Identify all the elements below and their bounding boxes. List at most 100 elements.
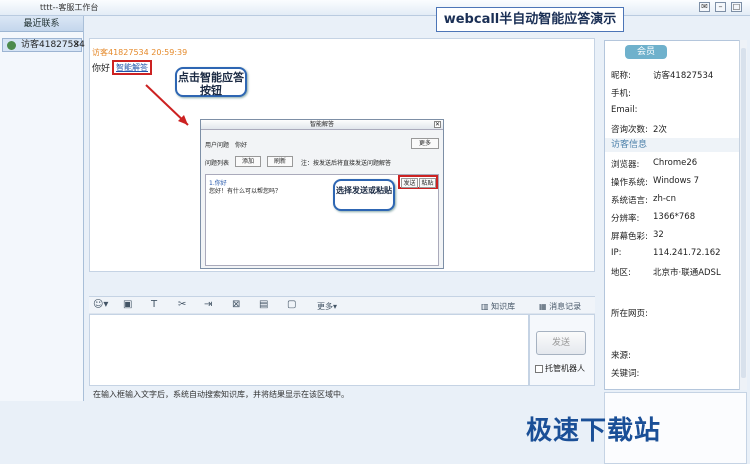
window-icon[interactable]: ▤ bbox=[259, 299, 268, 310]
text-format-icon[interactable]: T bbox=[151, 299, 157, 310]
recent-contacts-header: 最近联系 bbox=[0, 16, 83, 32]
smart-answer-dialog: 智能解答 ✕ 用户问题 你好 更多 问题列表 添加 刷新 注：按发送后将直接发送… bbox=[200, 119, 444, 269]
field-browser: 浏览器: Chrome26 bbox=[611, 158, 697, 170]
note-icon[interactable]: ▢ bbox=[287, 299, 296, 310]
field-color-depth: 屏幕色彩: 32 bbox=[611, 230, 664, 242]
visitor-info-section: 访客信息 bbox=[605, 138, 746, 152]
field-value: 北京市·联通ADSL bbox=[653, 268, 721, 278]
scrollbar-thumb[interactable] bbox=[741, 48, 746, 378]
arrow-icon bbox=[145, 84, 189, 126]
select-hint-text: 选择发送或粘贴 bbox=[336, 186, 392, 195]
chat-history: 访客41827534 20:59:39 你好 智能解答 点击智能应答按钮 智能解… bbox=[89, 38, 595, 272]
visitor-avatar-icon bbox=[7, 41, 16, 50]
dialog-more-button[interactable]: 更多 bbox=[411, 138, 439, 149]
app-window: tttt--客服工作台 ✉ – □ webcall半自动智能应答演示 最近联系 … bbox=[0, 0, 750, 464]
minimize-button[interactable]: – bbox=[715, 2, 726, 12]
contact-item[interactable]: 访客41827534 ✕ bbox=[2, 38, 85, 52]
member-button[interactable]: 会员 bbox=[625, 45, 667, 59]
field-label: 手机: bbox=[611, 89, 631, 99]
window-title: tttt--客服工作台 bbox=[40, 3, 99, 12]
field-email: Email: bbox=[611, 105, 637, 115]
status-hint: 在输入框输入文字后，系统自动搜索知识库，并将结果显示在该区域中。 bbox=[93, 390, 349, 399]
field-keyword: 关键词: bbox=[611, 367, 639, 379]
field-label: 操作系统: bbox=[611, 178, 648, 188]
field-visits: 咨询次数: 2次 bbox=[611, 123, 667, 135]
field-label: Email: bbox=[611, 105, 638, 115]
dialog-actions: 发送 粘贴 bbox=[398, 175, 438, 189]
smart-answer-link[interactable]: 智能解答 bbox=[112, 60, 152, 75]
robot-checkbox[interactable] bbox=[535, 364, 543, 373]
compose-toolbar: ☺▾ ▣ T ✂ ⇥ ⊠ ▤ ▢ 更多▾ ▥ 知识库 ▦ 消息记录 bbox=[89, 296, 595, 314]
more-menu[interactable]: 更多▾ bbox=[317, 301, 337, 312]
watermark: 极速下载站 bbox=[526, 416, 662, 446]
field-label: 昵称: bbox=[611, 71, 631, 81]
field-label: 屏幕色彩: bbox=[611, 232, 648, 242]
field-label: 咨询次数: bbox=[611, 125, 648, 135]
robot-label: 托管机器人 bbox=[545, 364, 585, 373]
message-text: 你好 bbox=[92, 64, 111, 74]
emoji-icon[interactable]: ☺▾ bbox=[93, 299, 108, 310]
field-value: 114.241.72.162 bbox=[653, 248, 721, 258]
field-os: 操作系统: Windows 7 bbox=[611, 176, 699, 188]
maximize-button[interactable]: □ bbox=[731, 2, 742, 12]
field-ip: IP: 114.241.72.162 bbox=[611, 248, 721, 258]
cut-icon[interactable]: ✂ bbox=[178, 299, 186, 310]
message-meta: 访客41827534 20:59:39 bbox=[92, 48, 188, 57]
field-value: Chrome26 bbox=[653, 158, 698, 168]
book-icon: ▥ bbox=[481, 302, 492, 311]
dialog-send-button[interactable]: 发送 bbox=[401, 178, 418, 188]
field-region: 地区: 北京市·联通ADSL bbox=[611, 266, 721, 278]
image-icon[interactable]: ▣ bbox=[123, 299, 132, 310]
field-label: 来源: bbox=[611, 351, 631, 361]
knowledge-base-button[interactable]: ▥ 知识库 bbox=[481, 301, 515, 312]
dialog-paste-button[interactable]: 粘贴 bbox=[419, 178, 436, 188]
field-resolution: 分辨率: 1366*768 bbox=[611, 212, 695, 224]
field-label: 系统语言: bbox=[611, 196, 648, 206]
dialog-close-icon[interactable]: ✕ bbox=[434, 121, 441, 128]
dialog-answer-area: 1.你好 您好！有什么可以帮您吗？ 发送 粘贴 bbox=[205, 174, 439, 266]
dialog-title: 智能解答 bbox=[201, 120, 443, 130]
dialog-answer: 您好！有什么可以帮您吗？ bbox=[209, 188, 282, 195]
knowledge-label: 知识库 bbox=[491, 302, 516, 311]
field-value: 访客41827534 bbox=[653, 71, 714, 81]
chevron-down-icon: ▾ bbox=[333, 302, 338, 311]
field-value: 1366*768 bbox=[653, 212, 696, 222]
file-icon[interactable]: ⇥ bbox=[204, 299, 212, 310]
field-label: 关键词: bbox=[611, 369, 640, 379]
field-label: 分辨率: bbox=[611, 214, 640, 224]
records-label: 消息记录 bbox=[549, 302, 582, 311]
close-contact-icon[interactable]: ✕ bbox=[72, 39, 80, 51]
dialog-add-button[interactable]: 添加 bbox=[235, 156, 261, 167]
info-scrollbar[interactable] bbox=[739, 40, 747, 390]
mail-icon[interactable]: ✉ bbox=[699, 2, 710, 12]
visitor-info-panel: 会员 昵称: 访客41827534 手机: Email: 咨询次数: 2次 访客信息… bbox=[604, 40, 747, 390]
message-records-button[interactable]: ▦ 消息记录 bbox=[539, 301, 581, 312]
field-page: 所在网页: bbox=[611, 307, 648, 319]
dialog-note: 注：按发送后将直接发送问题解答 bbox=[301, 160, 392, 167]
field-value: zh-cn bbox=[653, 194, 676, 204]
field-label: 浏览器: bbox=[611, 160, 640, 170]
field-label: IP: bbox=[611, 248, 622, 258]
field-language: 系统语言: zh-cn bbox=[611, 194, 676, 206]
field-source: 来源: bbox=[611, 349, 631, 361]
field-label: 地区: bbox=[611, 268, 631, 278]
message-input[interactable] bbox=[89, 314, 529, 386]
screenshot-icon[interactable]: ⊠ bbox=[232, 299, 240, 310]
dialog-refresh-button[interactable]: 刷新 bbox=[267, 156, 293, 167]
send-area: 发送 托管机器人 bbox=[529, 314, 595, 386]
title-bar: tttt--客服工作台 ✉ – □ bbox=[0, 0, 750, 16]
recent-contacts-panel: 最近联系 访客41827534 ✕ bbox=[0, 16, 85, 401]
robot-toggle[interactable]: 托管机器人 bbox=[535, 363, 585, 374]
field-label: 所在网页: bbox=[611, 309, 648, 319]
records-icon: ▦ bbox=[539, 302, 550, 311]
demo-banner: webcall半自动智能应答演示 bbox=[436, 7, 624, 32]
user-question-label: 用户问题 bbox=[205, 142, 230, 149]
user-question-value: 你好 bbox=[235, 142, 248, 149]
select-hint-callout: 选择发送或粘贴 bbox=[333, 179, 395, 211]
more-label: 更多 bbox=[317, 302, 333, 311]
field-value: Windows 7 bbox=[653, 176, 700, 186]
field-nickname: 昵称: 访客41827534 bbox=[611, 69, 713, 81]
question-list-label: 问题列表 bbox=[205, 160, 230, 167]
send-button[interactable]: 发送 bbox=[536, 331, 586, 355]
field-value: 2次 bbox=[653, 125, 667, 135]
